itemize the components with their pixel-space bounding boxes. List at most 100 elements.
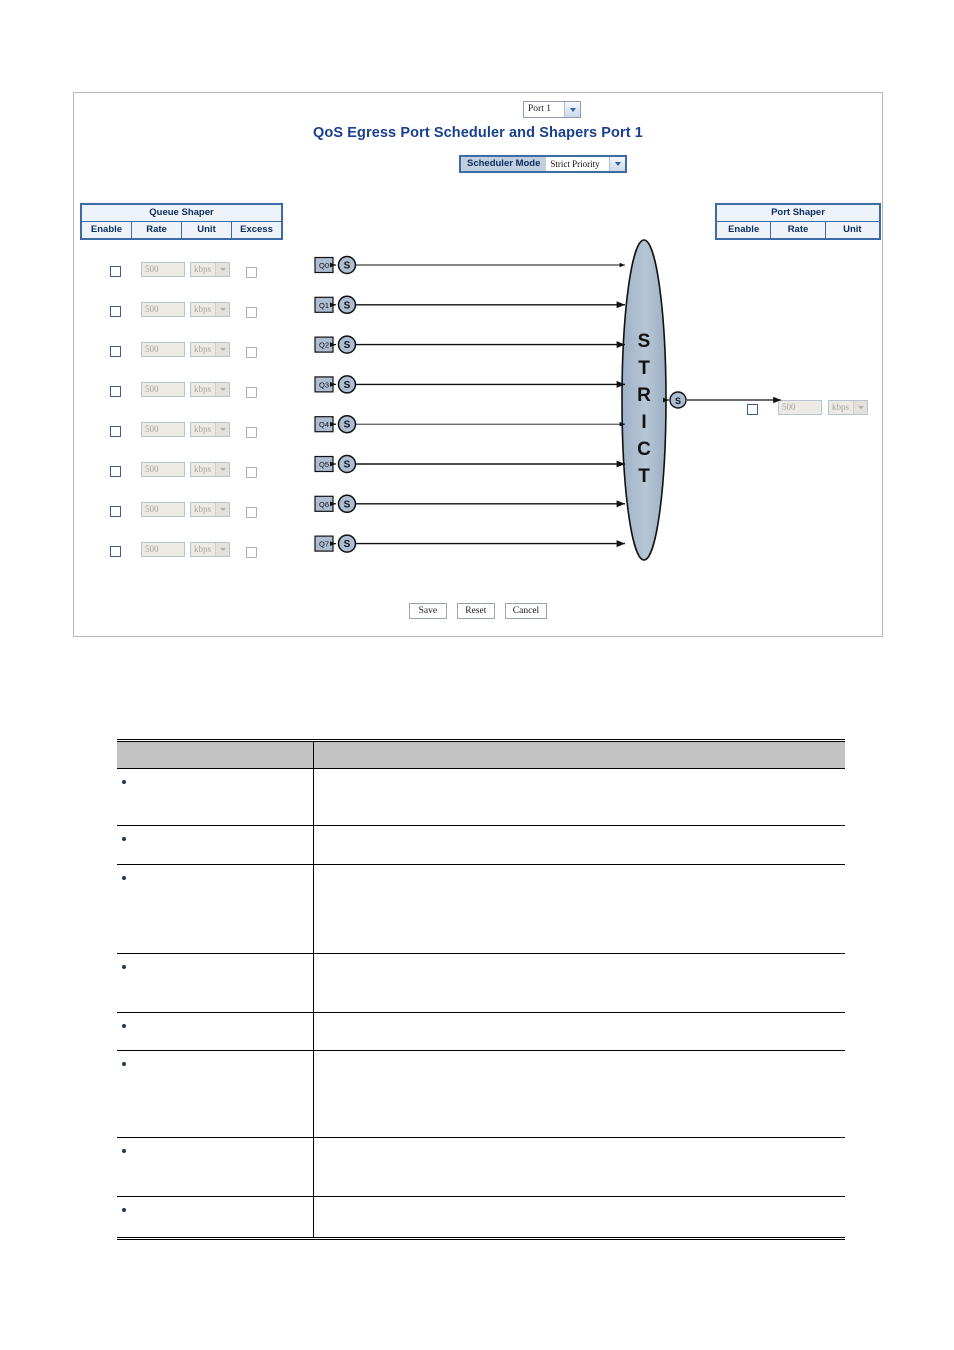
chevron-down-icon[interactable] [853, 401, 867, 414]
queue-box-label: Q5 [319, 460, 329, 469]
parameter-description-cell [313, 825, 845, 865]
parameter-label-cell [117, 1137, 314, 1197]
strict-letter: T [638, 358, 650, 379]
shaper-node-q4 [337, 414, 357, 434]
queue-shaper-title: Queue Shaper [82, 205, 281, 222]
queue-q5-rate-input[interactable]: 500 [141, 462, 185, 477]
queue-q4-rate-input[interactable]: 500 [141, 422, 185, 437]
queue-box-q3 [314, 376, 334, 393]
bullet-icon [122, 1024, 126, 1028]
parameter-description [314, 826, 845, 834]
scheduler-mode-label: Scheduler Mode [461, 157, 547, 171]
queue-q7-unit-dropdown[interactable]: kbps [190, 542, 230, 557]
diagram-queue-row: Q1 S [314, 295, 625, 315]
queue-q7-enable-checkbox[interactable] [110, 546, 121, 557]
parameter-label-cell [117, 864, 314, 954]
panel-action-buttons: Save Reset Cancel [74, 603, 882, 619]
shaper-node-q5 [337, 454, 357, 474]
parameter-description-cell [313, 768, 845, 826]
queue-q3-enable-checkbox[interactable] [110, 386, 121, 397]
queue-q1-unit-dropdown[interactable]: kbps [190, 302, 230, 317]
chevron-down-icon[interactable] [215, 343, 229, 356]
queue-q5-unit-dropdown[interactable]: kbps [190, 462, 230, 477]
parameter-description-table [117, 739, 845, 1240]
queue-q4-excess-checkbox[interactable] [246, 427, 257, 438]
scheduler-mode-dropdown[interactable]: Strict Priority [546, 157, 626, 171]
column-header-unit: Unit [182, 222, 232, 238]
queue-box-q0 [314, 256, 334, 274]
queue-shaper-row: 500 kbps [80, 333, 283, 373]
queue-q4-unit-dropdown[interactable]: kbps [190, 422, 230, 437]
queue-q6-unit-dropdown[interactable]: kbps [190, 502, 230, 517]
queue-q3-rate-input[interactable]: 500 [141, 382, 185, 397]
queue-q2-enable-checkbox[interactable] [110, 346, 121, 357]
port-shaper-unit-value: kbps [832, 402, 850, 412]
column-header-rate: Rate [771, 222, 826, 238]
parameter-description-cell [313, 1196, 845, 1240]
queue-q5-excess-checkbox[interactable] [246, 467, 257, 478]
unit-value: kbps [194, 264, 212, 274]
unit-value: kbps [194, 384, 212, 394]
chevron-down-icon[interactable] [215, 383, 229, 396]
bullet-icon [122, 1149, 126, 1153]
chevron-down-icon[interactable] [215, 543, 229, 556]
diagram-queue-row: Q4 S [314, 414, 625, 434]
queue-q7-rate-input[interactable]: 500 [141, 542, 185, 557]
bullet-icon [122, 1062, 126, 1066]
queue-q4-enable-checkbox[interactable] [110, 426, 121, 437]
queue-box-label: Q1 [319, 301, 329, 310]
queue-q7-excess-checkbox[interactable] [246, 547, 257, 558]
queue-q0-rate-input[interactable]: 500 [141, 262, 185, 277]
queue-q5-enable-checkbox[interactable] [110, 466, 121, 477]
header-cell-object [117, 739, 314, 769]
parameter-label-cell [117, 953, 314, 1013]
chevron-down-icon[interactable] [215, 303, 229, 316]
queue-q0-enable-checkbox[interactable] [110, 266, 121, 277]
queue-q2-unit-dropdown[interactable]: kbps [190, 342, 230, 357]
reset-button[interactable]: Reset [456, 603, 495, 619]
queue-q1-excess-checkbox[interactable] [246, 307, 257, 318]
port-shaper-enable-checkbox[interactable] [747, 404, 758, 415]
queue-q2-rate-input[interactable]: 500 [141, 342, 185, 357]
strict-letter: T [638, 466, 650, 487]
queue-shaper-header-table: Queue Shaper Enable Rate Unit Excess [80, 203, 283, 240]
strict-letter: R [637, 385, 651, 406]
chevron-down-icon[interactable] [215, 263, 229, 276]
queue-shaper-row: 500 kbps [80, 533, 283, 573]
parameter-description-cell [313, 1050, 845, 1138]
queue-q6-excess-checkbox[interactable] [246, 507, 257, 518]
diagram-queue-row: Q6 S [314, 494, 625, 514]
chevron-down-icon[interactable] [609, 157, 626, 171]
queue-q0-unit-dropdown[interactable]: kbps [190, 262, 230, 277]
queue-q1-enable-checkbox[interactable] [110, 306, 121, 317]
diagram-queue-row: Q5 S [314, 454, 625, 474]
queue-box-q2 [314, 336, 334, 353]
port-select-dropdown[interactable]: Port 1 [523, 101, 581, 118]
save-button[interactable]: Save [408, 603, 447, 619]
queue-box-q6 [314, 495, 334, 512]
queue-q6-enable-checkbox[interactable] [110, 506, 121, 517]
table-row [117, 1196, 845, 1240]
parameter-description-cell [313, 1012, 845, 1051]
chevron-down-icon[interactable] [215, 423, 229, 436]
port-shaper-rate-input[interactable]: 500 [778, 400, 822, 415]
chevron-down-icon[interactable] [215, 503, 229, 516]
diagram-queue-row: Q3 S [314, 375, 625, 394]
parameter-description [314, 1013, 845, 1021]
queue-q1-rate-input[interactable]: 500 [141, 302, 185, 317]
shaper-node-q6 [337, 494, 357, 514]
port-shaper-unit-dropdown[interactable]: kbps [828, 400, 868, 415]
strict-letter: C [637, 439, 651, 460]
queue-q2-excess-checkbox[interactable] [246, 347, 257, 358]
queue-q3-unit-dropdown[interactable]: kbps [190, 382, 230, 397]
queue-q0-excess-checkbox[interactable] [246, 267, 257, 278]
chevron-down-icon[interactable] [564, 102, 580, 117]
queue-q6-rate-input[interactable]: 500 [141, 502, 185, 517]
cancel-button[interactable]: Cancel [504, 603, 548, 619]
unit-value: kbps [194, 424, 212, 434]
shaper-node-label: S [344, 499, 351, 510]
queue-box-q5 [314, 455, 334, 473]
chevron-down-icon[interactable] [215, 463, 229, 476]
queue-q3-excess-checkbox[interactable] [246, 387, 257, 398]
diagram-queue-row: Q0 S [314, 255, 625, 275]
